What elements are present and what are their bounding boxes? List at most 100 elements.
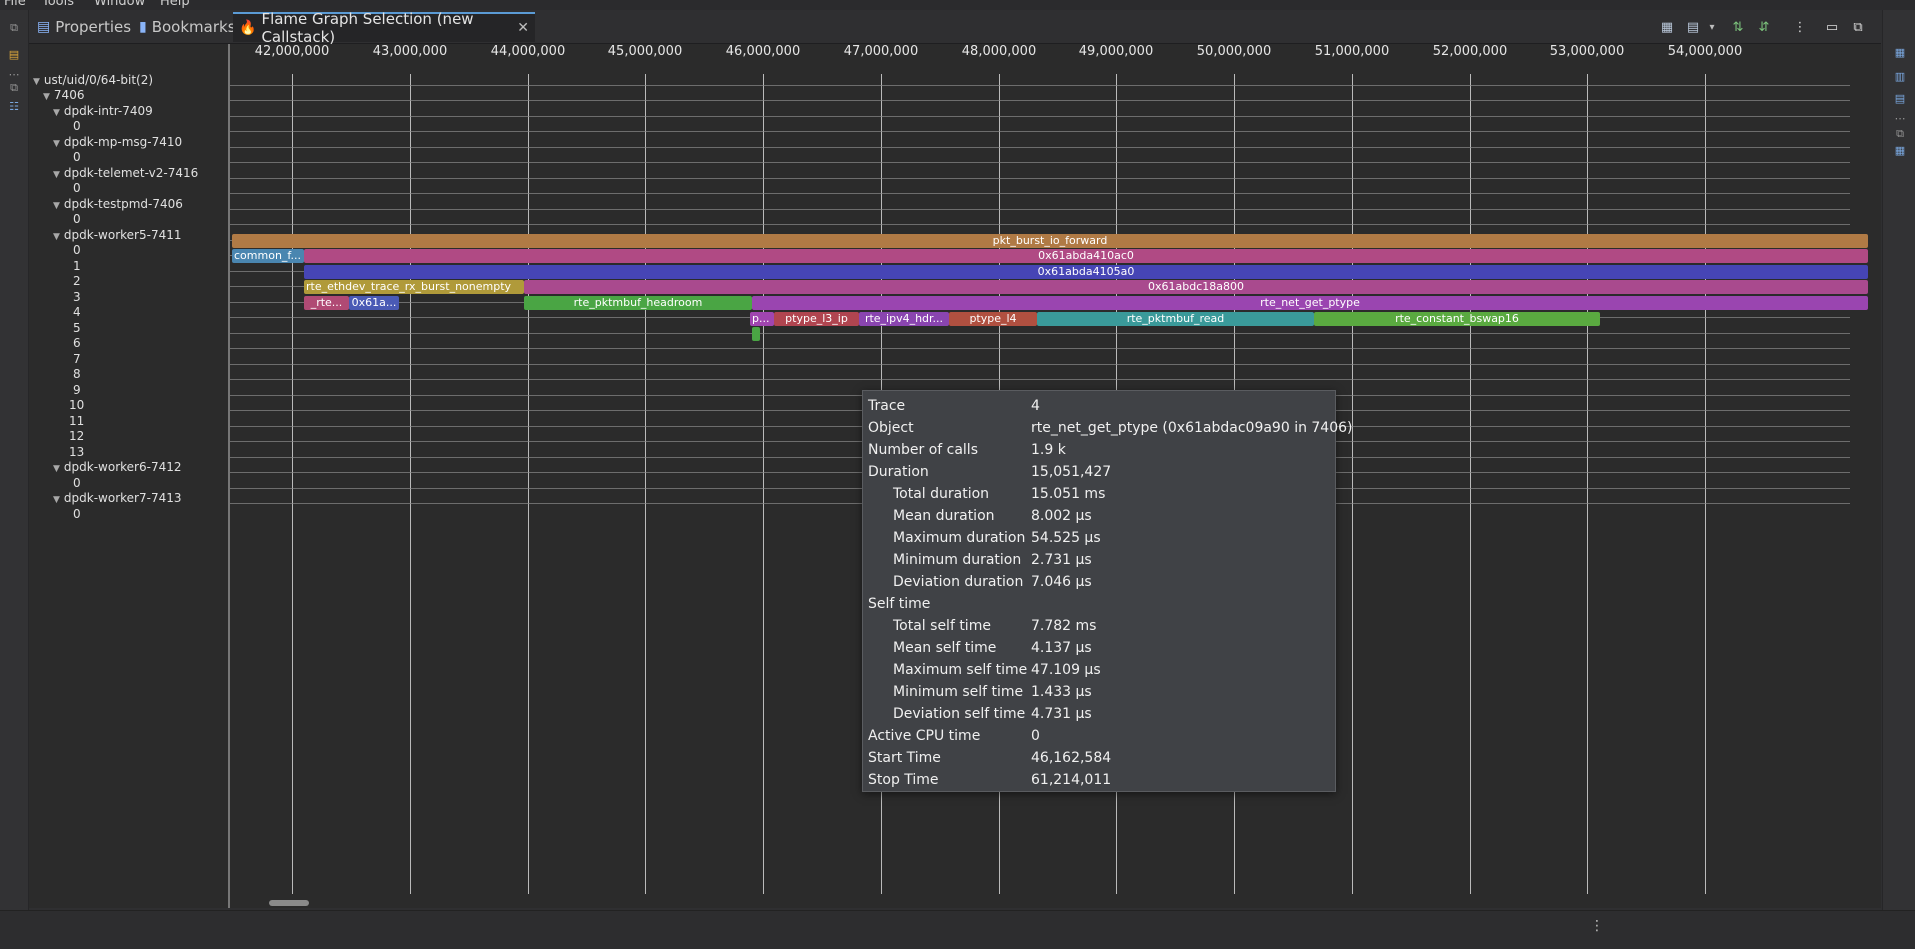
outline-icon[interactable]: ☷ [6,98,22,114]
ruler-tick-label: 43,000,000 [372,44,448,59]
tooltip-row: Deviation duration 7.046 µs [893,574,1092,590]
expand-arrow-icon[interactable]: ▼ [53,201,60,211]
flame-bar[interactable]: common_f... [232,249,304,263]
restore-icon[interactable]: ⧉ [6,80,22,96]
row-line [230,333,1850,334]
columns-icon[interactable]: ▥ [1892,68,1908,84]
expand-arrow-icon[interactable]: ▼ [53,464,60,474]
tooltip-row: Minimum duration 2.731 µs [893,552,1092,568]
ruler-tick-label: 45,000,000 [607,44,683,59]
tab-label: Bookmarks [151,18,236,36]
tooltip-row: Active CPU time 0 [868,728,1040,744]
grid-line [1470,74,1471,894]
row-line [230,100,1850,101]
flame-tooltip: Trace 4 Object rte_net_get_ptype (0x61abda… [862,390,1353,792]
expand-arrow-icon[interactable]: ▼ [33,77,40,87]
tooltip-row: Number of calls 1.9 k [868,442,1066,458]
minimize-icon[interactable]: ▭ [1822,17,1842,37]
ruler-tick-label: 52,000,000 [1432,44,1508,59]
menu-file[interactable]: File [4,0,26,9]
horizontal-scrollbar[interactable] [269,900,309,906]
maximize-icon[interactable]: ⧉ [1848,17,1868,37]
flame-bar[interactable]: rte_pktmbuf_headroom [524,296,752,310]
tooltip-row: Duration 15,051,427 [868,464,1112,480]
menu-window[interactable]: Window [94,0,145,9]
flame-bar[interactable]: pkt_burst_io_forward [232,234,1868,248]
row-line [230,178,1850,179]
flame-bar[interactable]: rte_ethdev_trace_rx_burst_nonempty [304,280,524,294]
menu-tools[interactable]: Tools [42,0,74,9]
tooltip-row: Total self time 7.782 ms [893,618,1097,634]
tree-item-thread[interactable]: ▼ dpdk-intr-7409 [53,102,153,120]
expand-arrow-icon[interactable]: ▼ [43,92,50,102]
group-icon[interactable]: ▤ [1683,17,1703,37]
sort-by-name-icon[interactable]: ⇅ [1728,17,1748,37]
menu-help[interactable]: Help [160,0,190,9]
tab-flame-graph-selection[interactable]: 🔥 Flame Graph Selection (new Callstack) … [233,10,535,46]
properties-icon: ▤ [37,19,51,35]
histogram-icon[interactable]: ▤ [1892,90,1908,106]
row-line [230,348,1850,349]
right-trim-stack: ▦ ▥ ▤ ⋯ ⧉ ▦ [1882,10,1915,928]
flame-bar[interactable]: 0x61a... [349,296,399,310]
row-line [230,162,1850,163]
left-trim-stack: ⧉ ▤ ⋯ ⧉ ☷ [0,10,29,928]
flame-bar[interactable]: ptype_l4 [949,312,1037,326]
flame-bar[interactable]: rte_ipv4_hdr... [859,312,949,326]
sort-by-id-icon[interactable]: ⇵ [1754,17,1774,37]
flame-bar[interactable]: 0x61abda410ac0 [304,249,1868,263]
tree-item-depth[interactable]: 0 [73,505,81,523]
status-bar [0,910,1915,949]
grid-line [645,74,646,894]
more-icon[interactable]: ⋯ [1892,110,1908,126]
chevron-down-icon[interactable]: ▾ [1702,17,1722,37]
close-icon[interactable]: ✕ [517,20,529,36]
row-line [230,131,1850,132]
table-icon[interactable]: ▦ [1892,142,1908,158]
tooltip-row: Maximum duration 54.525 µs [893,530,1101,546]
expand-arrow-icon[interactable]: ▼ [53,170,60,180]
tab-label: Flame Graph Selection (new Callstack) [261,10,474,46]
statistics-icon[interactable]: ▦ [1892,44,1908,60]
flame-bar[interactable]: rte_net_get_ptype [752,296,1868,310]
flame-bar[interactable] [752,327,760,341]
tooltip-row: Deviation self time 4.731 µs [893,706,1092,722]
flame-bar[interactable]: 0x61abda4105a0 [304,265,1868,279]
expand-arrow-icon[interactable]: ▼ [53,139,60,149]
expand-arrow-icon[interactable]: ▼ [53,495,60,505]
tooltip-row: Stop Time 61,214,011 [868,772,1112,788]
expand-arrow-icon[interactable]: ▼ [53,108,60,118]
tab-bookmarks[interactable]: ▮ Bookmarks [133,12,236,42]
row-line [230,379,1850,380]
flame-bar[interactable]: rte_pktmbuf_read [1037,312,1314,326]
flame-bar[interactable]: rte_constant_bswap16 [1314,312,1600,326]
tooltip-row: Trace 4 [868,398,1040,414]
time-ruler[interactable]: 42,000,000 43,000,000 44,000,000 45,000,… [230,44,1881,74]
tab-properties[interactable]: ▤ Properties [31,12,133,42]
grid-line [410,74,411,894]
tooltip-row: Maximum self time 47.109 µs [893,662,1101,678]
grid-line [1352,74,1353,894]
ruler-tick-label: 47,000,000 [843,44,919,59]
view-menu-icon[interactable]: ⋮ [1790,17,1810,37]
row-line [230,147,1850,148]
flame-bar[interactable]: 0x61abdc18a800 [524,280,1868,294]
restore-icon[interactable]: ⧉ [1892,126,1908,142]
ruler-tick-label: 44,000,000 [490,44,566,59]
flame-bar[interactable]: ptype_l3_ip [774,312,859,326]
expand-arrow-icon[interactable]: ▼ [53,232,60,242]
ruler-tick-label: 50,000,000 [1196,44,1272,59]
ruler-tick-label: 46,000,000 [725,44,801,59]
ruler-tick-label: 53,000,000 [1549,44,1625,59]
tooltip-row: Start Time 46,162,584 [868,750,1112,766]
flame-bar[interactable]: p... [750,312,774,326]
status-bar-menu-icon[interactable]: ⋮ [1590,918,1604,934]
ruler-tick-label: 49,000,000 [1078,44,1154,59]
project-explorer-icon[interactable]: ▤ [6,46,22,62]
restore-icon[interactable]: ⧉ [6,20,22,36]
tooltip-row: Object rte_net_get_ptype (0x61abdac09a90 … [868,420,1353,436]
legend-icon[interactable]: ▦ [1657,17,1677,37]
tooltip-row: Total duration 15.051 ms [893,486,1106,502]
flame-bar[interactable]: _rte... [304,296,349,310]
tooltip-row: Minimum self time 1.433 µs [893,684,1092,700]
